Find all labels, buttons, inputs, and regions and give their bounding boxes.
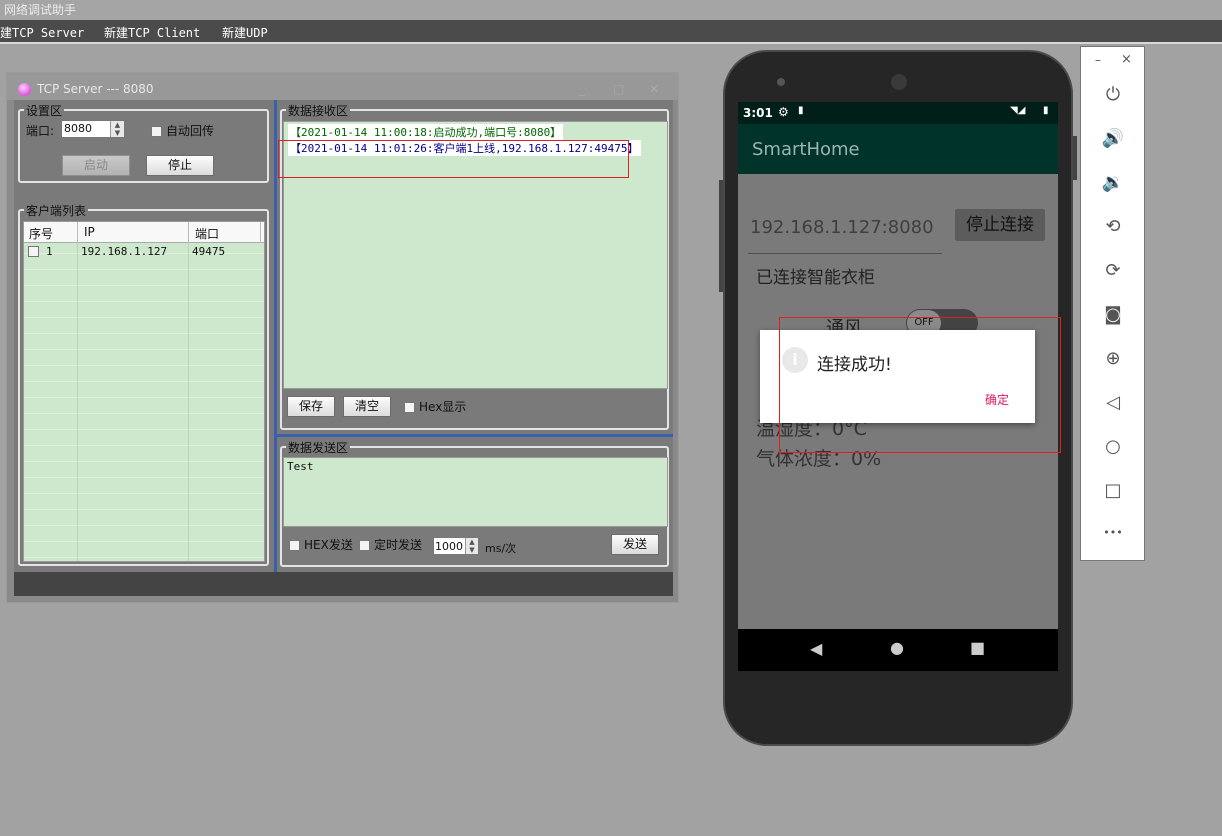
interval-value: 1000 bbox=[435, 540, 463, 553]
interval-stepper[interactable]: 1000 ▲ ▼ bbox=[433, 537, 479, 555]
send-group-label: 数据发送区 bbox=[286, 439, 351, 456]
rotate-left-icon[interactable]: ⟲ bbox=[1101, 215, 1125, 239]
more-icon[interactable]: ••• bbox=[1101, 521, 1125, 545]
window-title: TCP Server --- 8080 bbox=[37, 82, 154, 96]
phone-nav-bar: ◀ ● ■ bbox=[738, 629, 1058, 671]
horizontal-splitter[interactable] bbox=[277, 434, 673, 437]
close-icon[interactable]: ✕ bbox=[649, 82, 659, 96]
row-ip: 192.168.1.127 bbox=[81, 245, 168, 258]
hex-display-label: Hex显示 bbox=[419, 400, 467, 414]
home-icon[interactable]: ○ bbox=[1101, 435, 1125, 459]
send-text-area[interactable]: Test bbox=[283, 457, 668, 527]
column-header-ip[interactable]: IP bbox=[84, 225, 95, 239]
stepper-arrows-icon[interactable]: ▲ ▼ bbox=[465, 538, 478, 554]
nav-home-icon[interactable]: ● bbox=[890, 638, 904, 657]
port-label: 端口: bbox=[26, 124, 55, 138]
zoom-icon[interactable]: ⊕ bbox=[1101, 347, 1125, 371]
interval-unit: ms/次 bbox=[485, 542, 517, 555]
emulator-close-icon[interactable]: × bbox=[1121, 52, 1132, 67]
send-group: 数据发送区 Test HEX发送 定时发送 1000 ▲ ▼ ms/次 发送 bbox=[280, 439, 669, 567]
client-list-group: 客户端列表 序号 IP 端口 1 192.168.1.127 49475 bbox=[18, 202, 269, 566]
phone-power-button bbox=[1073, 136, 1077, 180]
battery-icon: ▮ bbox=[1043, 105, 1049, 116]
port-input-value: 8080 bbox=[64, 122, 92, 135]
back-icon[interactable]: ◁ bbox=[1101, 391, 1125, 415]
hex-send-label: HEX发送 bbox=[304, 538, 353, 552]
app-title: 网络调试助手 bbox=[0, 0, 1222, 20]
window-app-icon bbox=[18, 83, 31, 96]
app-bar: SmartHome bbox=[738, 124, 1058, 174]
address-underline bbox=[748, 253, 942, 254]
phone-time: 3:01 bbox=[743, 106, 773, 120]
auto-reply-checkbox[interactable] bbox=[151, 126, 162, 137]
minimize-icon[interactable]: _ bbox=[579, 82, 585, 96]
stepper-arrows-icon[interactable]: ▲ ▼ bbox=[110, 121, 124, 137]
settings-gear-icon: ⚙ bbox=[778, 105, 789, 119]
column-header-no[interactable]: 序号 bbox=[29, 225, 53, 242]
row-no: 1 bbox=[46, 245, 53, 258]
vertical-splitter[interactable] bbox=[274, 100, 277, 572]
nav-back-icon[interactable]: ◀ bbox=[810, 639, 822, 658]
hex-send-checkbox[interactable] bbox=[289, 540, 300, 551]
settings-group-label: 设置区 bbox=[24, 102, 65, 119]
receive-group-label: 数据接收区 bbox=[286, 102, 351, 119]
disconnect-button[interactable]: 停止连接 bbox=[955, 209, 1045, 241]
screenshot-camera-icon[interactable]: ◙ bbox=[1101, 303, 1125, 327]
nav-recents-icon[interactable]: ■ bbox=[970, 638, 985, 657]
window-titlebar[interactable]: TCP Server --- 8080 _ □ ✕ bbox=[7, 73, 678, 100]
menu-new-udp[interactable]: 新建UDP bbox=[222, 24, 268, 41]
client-table-header: 序号 IP 端口 bbox=[24, 222, 264, 243]
send-text: Test bbox=[287, 460, 314, 473]
save-button[interactable]: 保存 bbox=[287, 396, 335, 417]
speaker-icon bbox=[891, 74, 907, 90]
maximize-icon[interactable]: □ bbox=[613, 82, 624, 96]
send-button[interactable]: 发送 bbox=[611, 534, 659, 555]
rotate-right-icon[interactable]: ⟳ bbox=[1101, 259, 1125, 283]
phone-status-bar: 3:01 ⚙ ▮ ◥◢ ▮ bbox=[738, 102, 1058, 124]
highlight-box-dialog bbox=[779, 317, 1061, 453]
stop-button[interactable]: 停止 bbox=[146, 155, 214, 176]
timed-send-label: 定时发送 bbox=[374, 538, 423, 552]
port-stepper[interactable]: 8080 ▲ ▼ bbox=[61, 120, 125, 138]
row-checkbox[interactable] bbox=[28, 246, 39, 257]
volume-down-icon[interactable]: 🔉 bbox=[1101, 171, 1125, 195]
app-bar-title: SmartHome bbox=[752, 139, 860, 160]
menu-bar: 建TCP Server 新建TCP Client 新建UDP bbox=[0, 20, 1222, 44]
client-list-group-label: 客户端列表 bbox=[24, 202, 89, 219]
status-bar bbox=[14, 572, 673, 596]
phone-side-button bbox=[719, 180, 723, 292]
settings-group: 设置区 端口: 8080 ▲ ▼ 自动回传 启动 停止 bbox=[18, 102, 269, 183]
power-icon[interactable]: ⏻ bbox=[1101, 83, 1125, 107]
timed-send-checkbox[interactable] bbox=[359, 540, 370, 551]
table-row[interactable]: 1 192.168.1.127 49475 bbox=[24, 244, 264, 260]
menu-new-tcp-server[interactable]: 建TCP Server bbox=[0, 24, 84, 41]
sd-card-icon: ▮ bbox=[798, 105, 804, 116]
clear-button[interactable]: 清空 bbox=[343, 396, 391, 417]
wifi-signal-icon: ◥◢ bbox=[1010, 105, 1026, 116]
emulator-minimize-icon[interactable]: – bbox=[1095, 53, 1101, 67]
connection-status-text: 已连接智能衣柜 bbox=[756, 268, 875, 288]
start-button[interactable]: 启动 bbox=[62, 155, 130, 176]
column-header-port[interactable]: 端口 bbox=[195, 225, 219, 242]
row-port: 49475 bbox=[192, 245, 226, 258]
address-input[interactable]: 192.168.1.127:8080 bbox=[750, 217, 934, 238]
menu-new-tcp-client[interactable]: 新建TCP Client bbox=[104, 24, 200, 41]
receive-line-1: 【2021-01-14 11:00:18:启动成功,端口号:8080】 bbox=[288, 124, 564, 140]
hex-display-checkbox[interactable] bbox=[404, 402, 415, 413]
client-table: 序号 IP 端口 1 192.168.1.127 49475 bbox=[23, 221, 265, 562]
overview-icon[interactable]: □ bbox=[1101, 479, 1125, 503]
camera-icon bbox=[777, 78, 785, 86]
highlight-box-receive bbox=[278, 140, 629, 178]
volume-up-icon[interactable]: 🔊 bbox=[1101, 127, 1125, 151]
auto-reply-label: 自动回传 bbox=[166, 124, 215, 138]
emulator-toolbar: – × ⏻ 🔊 🔉 ⟲ ⟳ ◙ ⊕ ◁ ○ □ ••• bbox=[1080, 46, 1145, 561]
